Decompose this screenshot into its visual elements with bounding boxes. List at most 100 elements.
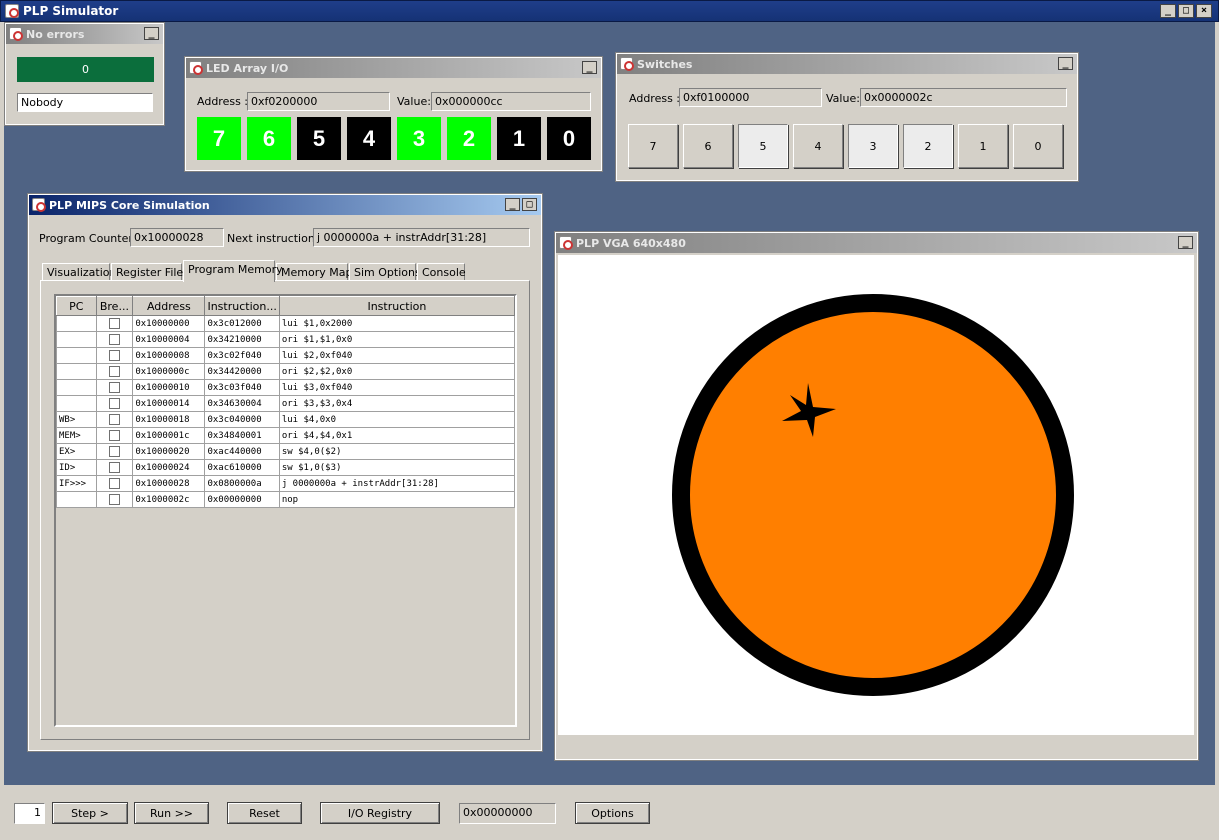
vga-frame-title-bar[interactable]: PLP VGA 640x480 _ — [556, 233, 1197, 253]
tab-program-memory[interactable]: Program Memory — [183, 260, 283, 282]
instruction-hex-cell: 0x34210000 — [204, 331, 280, 348]
breakpoint-checkbox[interactable] — [108, 494, 120, 505]
table-row[interactable]: 0x1000002c 0x00000000 nop — [56, 491, 515, 508]
java-app-icon — [5, 4, 19, 18]
table-row[interactable]: MEM> 0x1000001c 0x34840001 ori $4,$4,0x1 — [56, 427, 515, 444]
pipeline-stage-cell: IF>>> — [56, 475, 97, 492]
app-title-bar[interactable]: PLP Simulator _ □ × — [0, 0, 1219, 22]
step-count-input[interactable]: 1 — [14, 803, 45, 824]
switch-3[interactable]: 3 — [848, 124, 898, 168]
core-frame-title-bar[interactable]: PLP MIPS Core Simulation _ □ — [29, 195, 541, 215]
led-5: 5 — [297, 117, 341, 160]
instruction-cell: lui $2,0xf040 — [278, 347, 515, 364]
led-7: 7 — [197, 117, 241, 160]
breakpoint-checkbox[interactable] — [108, 366, 120, 377]
switch-1[interactable]: 1 — [958, 124, 1008, 168]
tab-register-file[interactable]: Register File — [111, 263, 183, 281]
errors-frame-title: No errors — [26, 27, 85, 41]
column-header[interactable]: Instruction... — [204, 296, 280, 316]
switch-7[interactable]: 7 — [628, 124, 678, 168]
breakpoint-checkbox[interactable] — [108, 398, 120, 409]
pipeline-stage-cell — [56, 491, 97, 508]
table-row[interactable]: 0x10000014 0x34630004 ori $3,$3,0x4 — [56, 395, 515, 412]
led-0: 0 — [547, 117, 591, 160]
instruction-cell: ori $2,$2,0x0 — [278, 363, 515, 380]
instruction-cell: lui $4,0x0 — [278, 411, 515, 428]
minimize-button[interactable]: _ — [1160, 4, 1176, 18]
column-header[interactable]: Address — [132, 296, 206, 316]
user-field[interactable]: Nobody — [17, 93, 153, 112]
breakpoint-checkbox[interactable] — [108, 462, 120, 473]
tab-visualization[interactable]: Visualization — [42, 263, 116, 281]
switch-0[interactable]: 0 — [1013, 124, 1063, 168]
table-row[interactable]: WB> 0x10000018 0x3c040000 lui $4,0x0 — [56, 411, 515, 428]
vga-frame: PLP VGA 640x480 _ — [554, 231, 1199, 761]
close-button[interactable]: × — [1196, 4, 1212, 18]
core-frame-title: PLP MIPS Core Simulation — [49, 198, 210, 212]
table-row[interactable]: 0x10000000 0x3c012000 lui $1,0x2000 — [56, 315, 515, 332]
tab-memory-map[interactable]: Memory Map — [276, 263, 352, 281]
io-registry-button[interactable]: I/O Registry — [320, 802, 440, 824]
minimize-button[interactable]: _ — [505, 198, 520, 211]
breakpoint-checkbox[interactable] — [108, 350, 120, 361]
table-row[interactable]: 0x10000008 0x3c02f040 lui $2,0xf040 — [56, 347, 515, 364]
tab-console[interactable]: Console — [417, 263, 466, 281]
pipeline-stage-cell — [56, 315, 97, 332]
led-value-field: 0x000000cc — [431, 92, 591, 111]
breakpoint-checkbox[interactable] — [108, 478, 120, 489]
pipeline-stage-cell: ID> — [56, 459, 97, 476]
instruction-cell: nop — [278, 491, 515, 508]
led-frame-title-bar[interactable]: LED Array I/O _ — [186, 58, 601, 78]
breakpoint-checkbox[interactable] — [108, 446, 120, 457]
switch-4[interactable]: 4 — [793, 124, 843, 168]
minimize-button[interactable]: _ — [582, 61, 597, 74]
led-array-frame: LED Array I/O _ Address : 0xf0200000 Val… — [184, 56, 603, 172]
address-cell: 0x10000014 — [132, 395, 206, 412]
pipeline-stage-cell — [56, 347, 97, 364]
address-cell: 0x10000028 — [132, 475, 206, 492]
table-row[interactable]: 0x10000004 0x34210000 ori $1,$1,0x0 — [56, 331, 515, 348]
pipeline-stage-cell — [56, 331, 97, 348]
address-cell: 0x1000001c — [132, 427, 206, 444]
desktop-pane: No errors _ 0 Nobody LED Array I/O _ Add… — [4, 22, 1215, 785]
error-count-display: 0 — [17, 57, 154, 82]
table-row[interactable]: 0x1000000c 0x34420000 ori $2,$2,0x0 — [56, 363, 515, 380]
instruction-hex-cell: 0x3c02f040 — [204, 347, 280, 364]
switch-6[interactable]: 6 — [683, 124, 733, 168]
maximize-button[interactable]: □ — [1178, 4, 1194, 18]
table-viewport[interactable]: PC Bre... Address Instruction... Instruction… — [54, 294, 517, 727]
table-row[interactable]: EX> 0x10000020 0xac440000 sw $4,0($2) — [56, 443, 515, 460]
options-button[interactable]: Options — [575, 802, 650, 824]
switches-frame-title-bar[interactable]: Switches _ — [617, 54, 1077, 74]
table-row[interactable]: ID> 0x10000024 0xac610000 sw $1,0($3) — [56, 459, 515, 476]
minimize-button[interactable]: _ — [1178, 236, 1193, 249]
breakpoint-checkbox[interactable] — [108, 382, 120, 393]
breakpoint-checkbox[interactable] — [108, 414, 120, 425]
column-header[interactable]: PC — [56, 296, 97, 316]
breakpoint-checkbox[interactable] — [108, 430, 120, 441]
tab-sim-options[interactable]: Sim Options — [349, 263, 421, 281]
errors-frame: No errors _ 0 Nobody — [4, 22, 165, 126]
column-header[interactable]: Bre... — [95, 296, 134, 316]
step-button[interactable]: Step > — [52, 802, 128, 824]
maximize-button[interactable]: □ — [522, 198, 537, 211]
minimize-button[interactable]: _ — [144, 27, 159, 40]
switch-value-label: Value: — [826, 92, 860, 105]
table-row[interactable]: 0x10000010 0x3c03f040 lui $3,0xf040 — [56, 379, 515, 396]
column-header[interactable]: Instruction — [278, 296, 515, 316]
minimize-button[interactable]: _ — [1058, 57, 1073, 70]
table-row[interactable]: IF>>> 0x10000028 0x0800000a j 0000000a + in… — [56, 475, 515, 492]
led-6: 6 — [247, 117, 291, 160]
breakpoint-checkbox[interactable] — [108, 318, 120, 329]
address-cell: 0x10000018 — [132, 411, 206, 428]
pc-label: Program Counter: — [39, 232, 137, 245]
breakpoint-checkbox[interactable] — [108, 334, 120, 345]
run-button[interactable]: Run >> — [134, 802, 209, 824]
switch-2[interactable]: 2 — [903, 124, 953, 168]
next-instruction-field: j 0000000a + instrAddr[31:28] — [313, 228, 530, 247]
address-cell: 0x10000004 — [132, 331, 206, 348]
switch-5[interactable]: 5 — [738, 124, 788, 168]
reset-button[interactable]: Reset — [227, 802, 302, 824]
errors-frame-title-bar[interactable]: No errors _ — [6, 24, 163, 44]
breakpoint-cell — [95, 427, 134, 444]
